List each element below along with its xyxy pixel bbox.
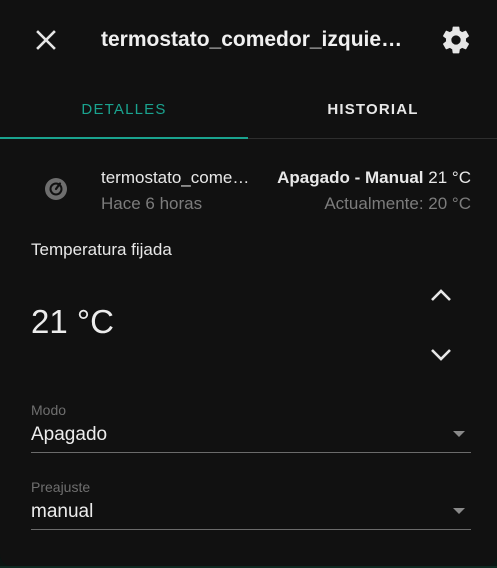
preset-select-label: Preajuste: [31, 479, 91, 495]
decrease-temperature-button[interactable]: [425, 340, 457, 372]
dialog-header: termostato_comedor_izquierdo: [0, 0, 497, 80]
mode-select-label: Modo: [31, 402, 67, 418]
close-icon: [36, 30, 56, 50]
close-button[interactable]: [30, 24, 62, 56]
mode-select-value: Apagado: [31, 424, 108, 445]
setpoint-label: Temperatura fijada: [31, 240, 172, 259]
state-temperature: 21 °C: [428, 168, 471, 187]
entity-row: termostato_comedor_izquierdo Hace 6 hora…: [0, 160, 497, 222]
thermostat-icon: [45, 178, 67, 200]
entity-name: termostato_comedor_izquierdo: [101, 168, 253, 187]
chevron-up-icon: [431, 289, 451, 301]
more-info-dialog: termostato_comedor_izquierdo DETALLES HI…: [0, 0, 497, 566]
current-temperature: Actualmente: 20 °C: [324, 194, 471, 213]
last-changed: Hace 6 horas: [101, 194, 203, 213]
dropdown-arrow-icon: [453, 508, 465, 514]
tab-details[interactable]: DETALLES: [0, 80, 248, 138]
increase-temperature-button[interactable]: [425, 280, 457, 312]
gear-icon: [443, 26, 469, 54]
preset-select[interactable]: Preajuste manual: [31, 477, 471, 530]
entity-state: Apagado - Manual 21 °C: [277, 168, 471, 188]
state-mode: Apagado - Manual: [277, 168, 424, 187]
setpoint-value: 21 °C: [31, 303, 114, 340]
tab-history[interactable]: HISTORIAL: [249, 80, 497, 138]
dropdown-arrow-icon: [453, 431, 465, 437]
mode-select[interactable]: Modo Apagado: [31, 400, 471, 453]
tab-bar: DETALLES HISTORIAL: [0, 80, 497, 139]
dialog-title: termostato_comedor_izquierdo: [101, 28, 406, 51]
active-tab-indicator: [0, 137, 248, 139]
chevron-down-icon: [431, 349, 451, 361]
preset-select-value: manual: [31, 501, 94, 522]
settings-button[interactable]: [440, 24, 472, 56]
